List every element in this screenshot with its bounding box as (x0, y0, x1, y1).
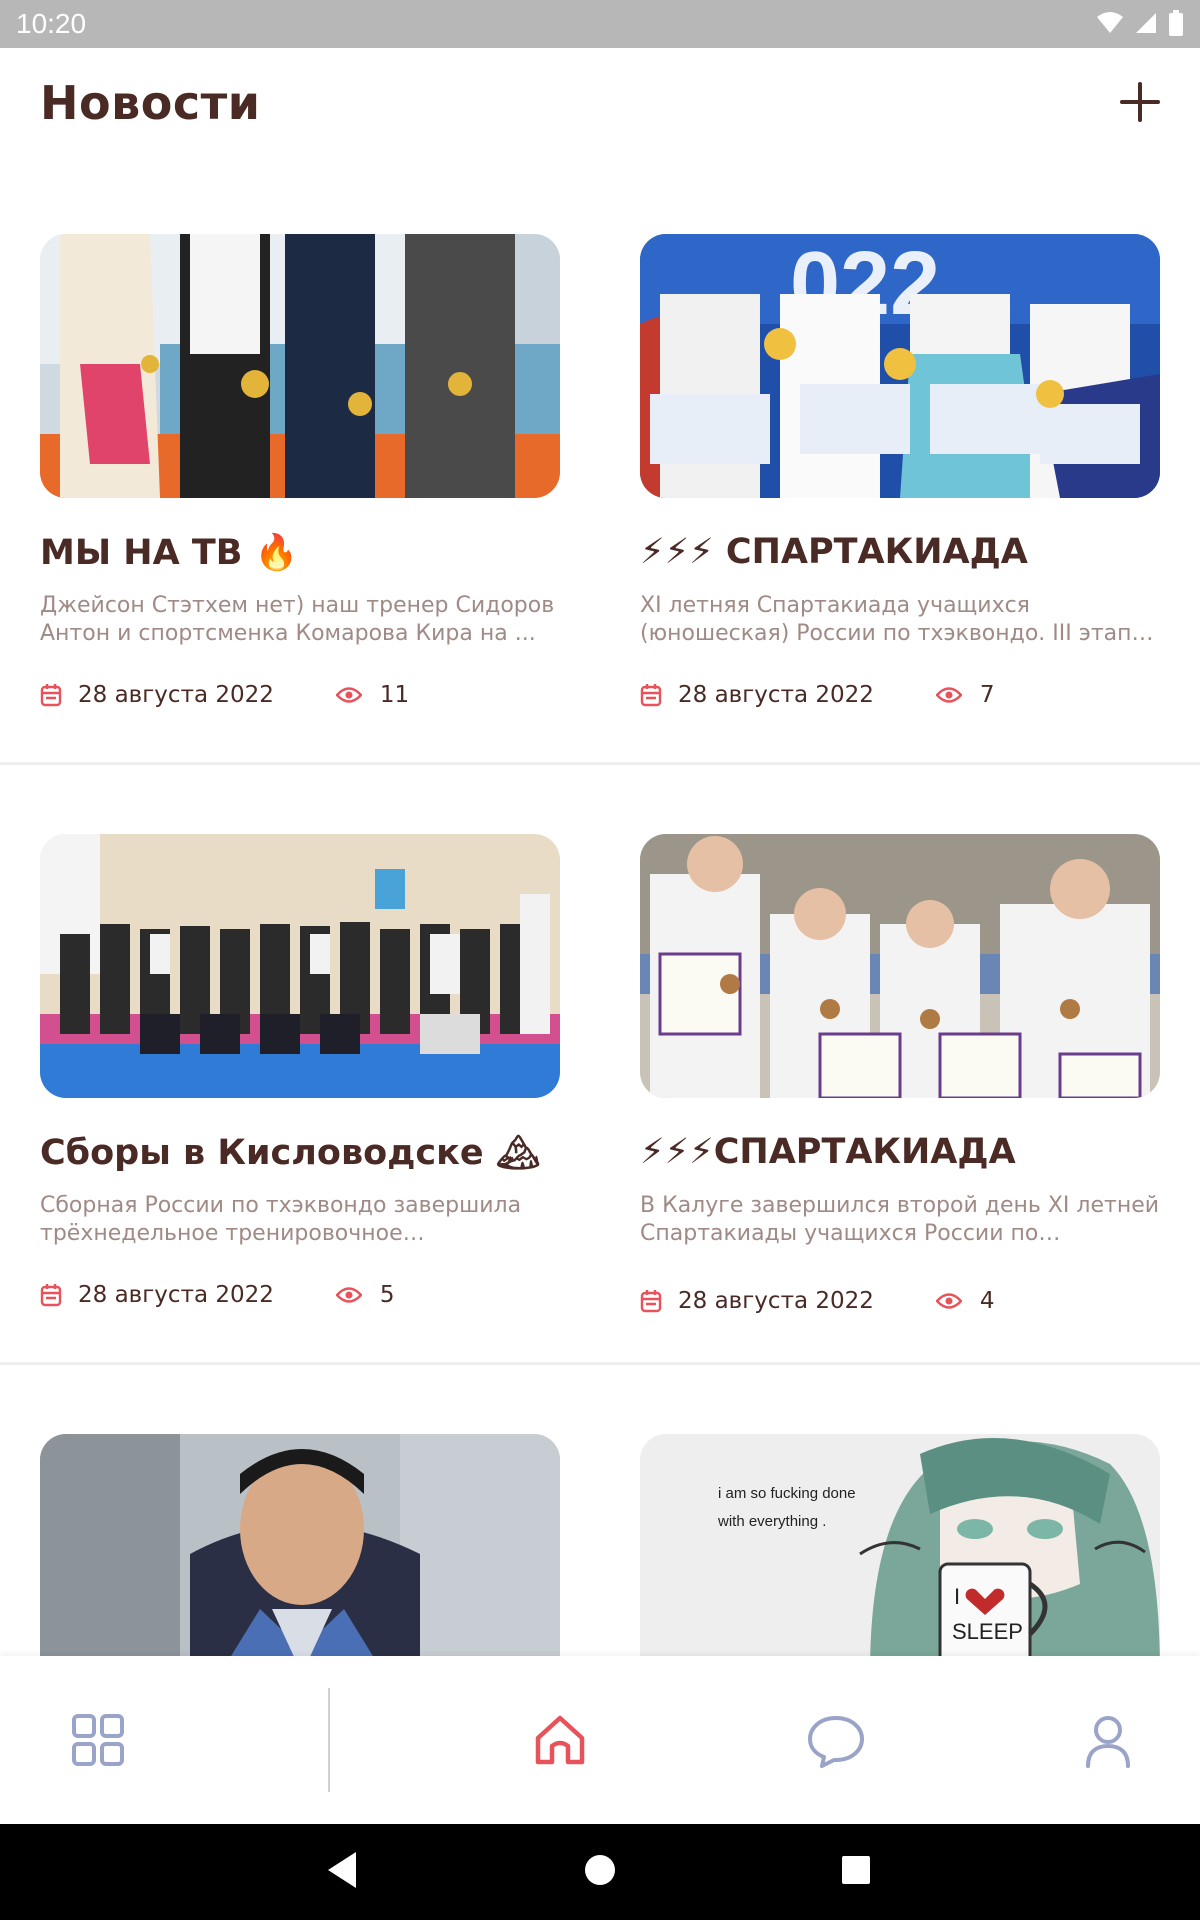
mug-text-1: I (954, 1584, 960, 1609)
news-date: 28 августа 2022 (678, 682, 874, 708)
recents-icon[interactable] (840, 1850, 872, 1890)
news-views: 4 (979, 1288, 995, 1314)
eye-icon (935, 687, 962, 703)
status-time: 10:20 (16, 8, 87, 39)
signal-icon (1136, 13, 1156, 33)
news-card[interactable]: ⚡⚡⚡СПАРТАКИАДА В Калуге завершился второ… (640, 834, 1160, 1314)
nav-separator (328, 1688, 330, 1792)
news-image: 022 (640, 234, 1160, 498)
calendar-icon (40, 684, 62, 707)
eye-icon (335, 687, 362, 703)
news-date: 28 августа 2022 (78, 682, 274, 708)
wifi-icon (1097, 12, 1123, 33)
news-title: Сборы в Кисловодске 🏔 (40, 1133, 541, 1173)
news-title: МЫ НА ТВ 🔥 (40, 533, 299, 573)
news-meta: 28 августа 2022 5 (40, 1282, 395, 1308)
news-views: 7 (979, 682, 995, 708)
calendar-icon (40, 1284, 62, 1307)
meme-caption-1: i am so fucking done (718, 1485, 856, 1502)
calendar-icon (640, 1290, 662, 1313)
news-description: В Калуге завершился второй день XI летне… (640, 1193, 1160, 1246)
app-header: Новости (0, 48, 1200, 160)
news-image (640, 834, 1160, 1098)
news-description: XI летняя Спартакиада учащихся (юношеска… (640, 593, 1132, 646)
mug-text-2: SLEEP (952, 1619, 1023, 1644)
status-bar: 10:20 (0, 0, 1200, 48)
chat-icon[interactable] (806, 1710, 866, 1770)
news-image: i am so fucking done with everything . I… (640, 1434, 1160, 1674)
system-navigation-bar (0, 1824, 1200, 1920)
news-views: 11 (379, 682, 410, 708)
status-icons (1096, 10, 1184, 36)
news-date: 28 августа 2022 (78, 1282, 274, 1308)
row-divider (0, 762, 1200, 765)
news-title: ⚡⚡⚡СПАРТАКИАДА (640, 1132, 1016, 1172)
row-divider (0, 1362, 1200, 1365)
profile-icon[interactable] (1078, 1710, 1138, 1770)
news-views: 5 (379, 1282, 395, 1308)
news-meta: 28 августа 2022 4 (640, 1288, 995, 1314)
calendar-icon (640, 684, 662, 707)
page-title: Новости (40, 76, 261, 130)
news-card[interactable]: Сборы в Кисловодске 🏔 Сборная России по … (40, 834, 560, 1308)
news-card[interactable]: 022 ⚡⚡⚡ СПАРТАКИАДА XI летняя Спартакиад… (640, 234, 1160, 708)
battery-icon (1169, 10, 1183, 36)
news-card[interactable]: i am so fucking done with everything . I… (640, 1434, 1160, 1674)
bottom-navigation (0, 1656, 1200, 1824)
news-title: ⚡⚡⚡ СПАРТАКИАДА (640, 532, 1028, 572)
home-icon[interactable] (530, 1710, 590, 1770)
news-description: Сборная России по тхэквондо завершила тр… (40, 1193, 522, 1246)
eye-icon (935, 1293, 962, 1309)
news-description: Джейсон Стэтхем нет) наш тренер Сидоров … (40, 593, 555, 646)
eye-icon (335, 1287, 362, 1303)
news-date: 28 августа 2022 (678, 1288, 874, 1314)
news-card[interactable] (40, 1434, 560, 1674)
news-meta: 28 августа 2022 7 (640, 682, 995, 708)
home-circle-icon[interactable] (584, 1850, 616, 1890)
meme-caption-2: with everything . (717, 1513, 826, 1530)
news-meta: 28 августа 2022 11 (40, 682, 409, 708)
news-image (40, 234, 560, 498)
back-icon[interactable] (326, 1850, 358, 1890)
news-image (40, 834, 560, 1098)
add-news-button[interactable] (1116, 78, 1164, 126)
news-card[interactable]: МЫ НА ТВ 🔥 Джейсон Стэтхем нет) наш трен… (40, 234, 560, 708)
news-image (40, 1434, 560, 1674)
grid-icon[interactable] (68, 1710, 128, 1770)
